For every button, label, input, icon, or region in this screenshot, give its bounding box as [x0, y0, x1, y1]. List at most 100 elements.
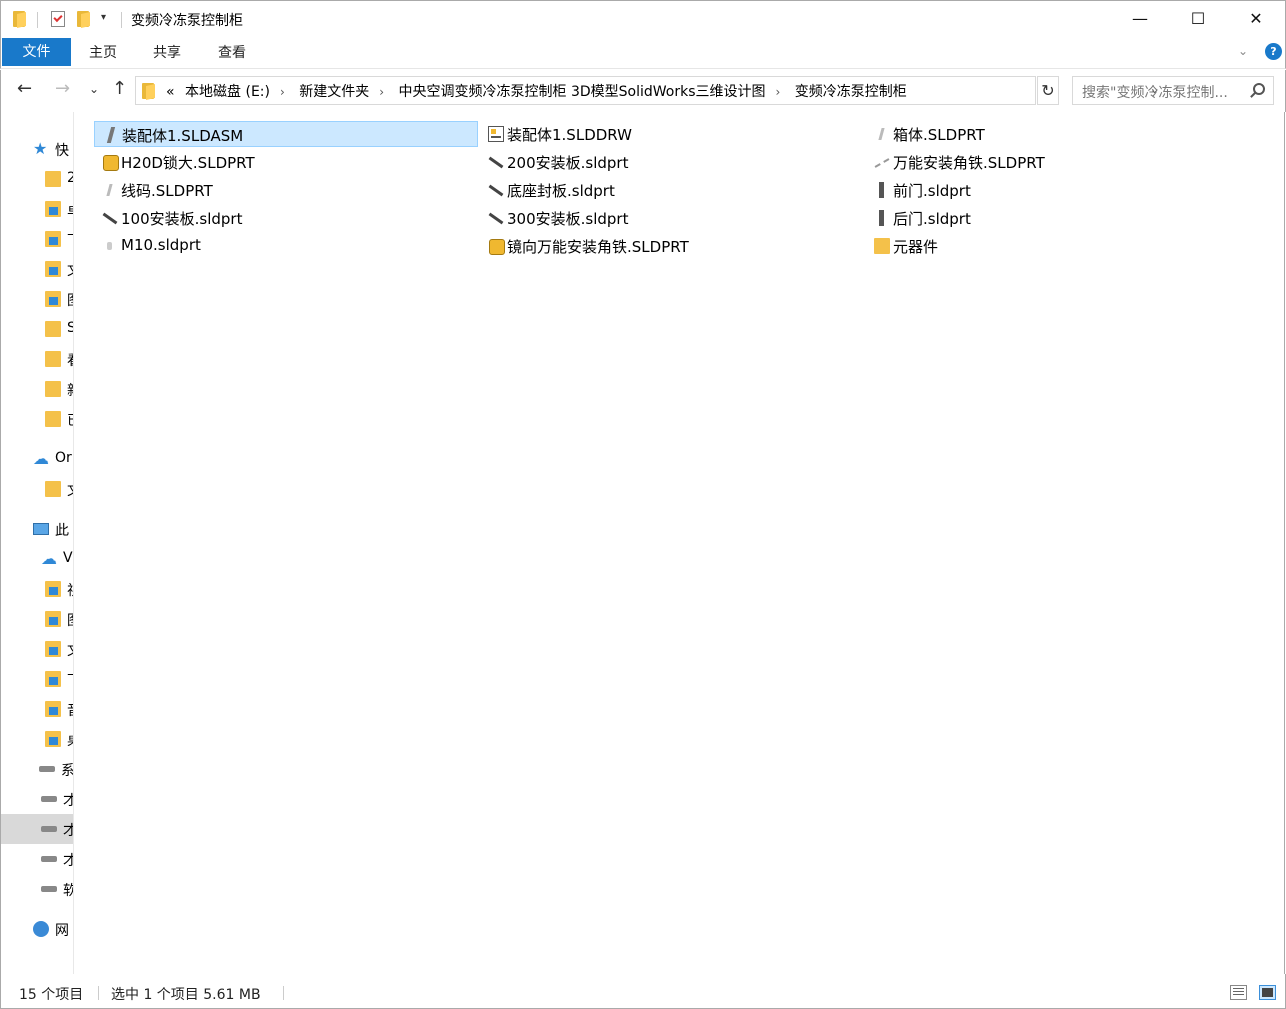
- file-item[interactable]: 装配体1.SLDDRW: [480, 121, 864, 147]
- sidebar-item-label: 卓: [67, 200, 73, 220]
- ribbon: 文件 主页 共享 查看 ⌄ ?: [0, 38, 1286, 69]
- sidebar-item[interactable]: 音: [1, 694, 73, 724]
- refresh-button[interactable]: ↻: [1037, 76, 1059, 105]
- back-button[interactable]: ←: [17, 78, 32, 99]
- file-name: H20D锁大.SLDPRT: [121, 154, 255, 172]
- sidebar-item[interactable]: 已: [1, 404, 73, 434]
- sidebar-item[interactable]: 系: [1, 754, 73, 784]
- breadcrumb-separator[interactable]: ›: [776, 85, 781, 99]
- solidworks-part-icon: [488, 182, 504, 198]
- file-item[interactable]: 后门.sldprt: [866, 205, 1250, 231]
- sidebar-item[interactable]: S: [1, 314, 73, 344]
- sidebar-item[interactable]: 看: [1, 344, 73, 374]
- drive-icon: [41, 826, 57, 832]
- file-name: 后门.sldprt: [893, 210, 971, 228]
- sidebar-item[interactable]: 文: [1, 254, 73, 284]
- tab-view[interactable]: 查看: [218, 38, 246, 66]
- sidebar-item[interactable]: 此: [1, 514, 73, 544]
- sidebar-item-label: 软: [63, 880, 73, 900]
- large-icons-view-icon[interactable]: [1259, 985, 1276, 1000]
- breadcrumb-separator[interactable]: ›: [379, 85, 384, 99]
- file-name: 元器件: [893, 238, 939, 256]
- sidebar-item[interactable]: 网: [1, 914, 73, 944]
- sidebar-item[interactable]: 视: [1, 574, 73, 604]
- forward-button[interactable]: →: [55, 78, 70, 99]
- file-item[interactable]: H20D锁大.SLDPRT: [94, 149, 478, 175]
- sidebar-item[interactable]: 软: [1, 874, 73, 904]
- up-button[interactable]: ↑: [112, 78, 127, 99]
- star-icon: ★: [33, 139, 48, 158]
- file-item[interactable]: 装配体1.SLDASM: [94, 121, 478, 147]
- window-folder-icon: [13, 11, 27, 28]
- file-item[interactable]: 200安装板.sldprt: [480, 149, 864, 175]
- sidebar-item[interactable]: 桌: [1, 724, 73, 754]
- solidworks-part-icon: [874, 154, 890, 170]
- sidebar-item-label: 图: [67, 610, 73, 630]
- sidebar-item[interactable]: ☁ Or: [1, 444, 73, 474]
- details-view-icon[interactable]: [1230, 985, 1247, 1000]
- folder-icon: [45, 411, 61, 427]
- new-folder-icon[interactable]: [77, 11, 91, 28]
- sidebar-item[interactable]: 图: [1, 604, 73, 634]
- address-folder-icon: [142, 83, 156, 100]
- status-bar: 15 个项目 选中 1 个项目 5.61 MB: [0, 974, 1286, 1009]
- file-item[interactable]: 前门.sldprt: [866, 177, 1250, 203]
- file-name: 前门.sldprt: [893, 182, 971, 200]
- expand-ribbon-icon[interactable]: ⌄: [1238, 44, 1248, 58]
- sidebar-item[interactable]: 新: [1, 374, 73, 404]
- sidebar-item[interactable]: 文: [1, 474, 73, 504]
- sidebar-item[interactable]: 才: [1, 814, 73, 844]
- breadcrumb-new-folder[interactable]: 新建文件夹: [299, 84, 369, 100]
- sidebar-item[interactable]: 文: [1, 634, 73, 664]
- minimize-button[interactable]: —: [1111, 1, 1169, 39]
- sidebar-item-label: 桌: [67, 730, 73, 750]
- documents-folder-icon: [45, 641, 61, 657]
- maximize-button[interactable]: ☐: [1169, 1, 1227, 39]
- customize-quick-access-icon[interactable]: ▾: [101, 12, 106, 23]
- file-item[interactable]: 元器件: [866, 233, 1250, 259]
- windows-drive-icon: [39, 766, 55, 772]
- title-bar: ▾ 变频冷冻泵控制柜 — ☐ ✕: [0, 0, 1286, 38]
- breadcrumb-current-folder[interactable]: 变频冷冻泵控制柜: [795, 84, 907, 100]
- properties-icon[interactable]: [51, 11, 65, 27]
- desktop-folder-icon: [45, 201, 61, 217]
- help-icon[interactable]: ?: [1265, 43, 1282, 60]
- tab-home[interactable]: 主页: [89, 38, 117, 66]
- sidebar-item[interactable]: 下: [1, 224, 73, 254]
- file-item[interactable]: 万能安装角铁.SLDPRT: [866, 149, 1250, 175]
- sidebar-item[interactable]: 才: [1, 784, 73, 814]
- search-input[interactable]: 搜索"变频冷冻泵控制...: [1072, 76, 1274, 105]
- sidebar-item[interactable]: ★ 快: [1, 134, 73, 164]
- sidebar-item-label: 网: [55, 923, 69, 939]
- breadcrumb-drive[interactable]: 本地磁盘 (E:): [185, 84, 270, 100]
- cloud-icon: ☁: [41, 549, 57, 568]
- file-item[interactable]: 镜向万能安装角铁.SLDPRT: [480, 233, 864, 259]
- sidebar-item[interactable]: 下: [1, 664, 73, 694]
- file-item[interactable]: M10.sldprt: [94, 233, 478, 259]
- address-bar[interactable]: « 本地磁盘 (E:) › 新建文件夹 › 中央空调变频冷冻泵控制柜 3D模型Sol…: [135, 76, 1159, 105]
- solidworks-part-icon: [102, 238, 118, 254]
- tab-share[interactable]: 共享: [153, 38, 181, 66]
- file-item[interactable]: 底座封板.sldprt: [480, 177, 864, 203]
- desktop-folder-icon: [45, 731, 61, 747]
- tab-file[interactable]: 文件: [2, 38, 71, 66]
- file-item[interactable]: 箱体.SLDPRT: [866, 121, 1250, 147]
- search-icon[interactable]: [1253, 83, 1265, 95]
- file-item[interactable]: 300安装板.sldprt: [480, 205, 864, 231]
- sidebar-item[interactable]: 图: [1, 284, 73, 314]
- sidebar-item[interactable]: ☁ V: [1, 544, 73, 574]
- file-name: 300安装板.sldprt: [507, 210, 629, 228]
- file-item[interactable]: 线码.SLDPRT: [94, 177, 478, 203]
- sidebar-item-label: 图: [67, 290, 73, 310]
- file-item[interactable]: 100安装板.sldprt: [94, 205, 478, 231]
- breadcrumb-separator[interactable]: ›: [280, 85, 285, 99]
- sidebar-item[interactable]: 卓: [1, 194, 73, 224]
- file-name: 箱体.SLDPRT: [893, 126, 985, 144]
- sidebar-item[interactable]: 2: [1, 164, 73, 194]
- file-name: 装配体1.SLDASM: [122, 127, 244, 145]
- sidebar-item[interactable]: 才: [1, 844, 73, 874]
- close-button[interactable]: ✕: [1227, 1, 1285, 39]
- breadcrumb-overflow[interactable]: «: [166, 84, 175, 100]
- recent-locations-button[interactable]: ⌄: [89, 82, 99, 96]
- breadcrumb-project-folder[interactable]: 中央空调变频冷冻泵控制柜 3D模型SolidWorks三维设计图: [399, 84, 766, 100]
